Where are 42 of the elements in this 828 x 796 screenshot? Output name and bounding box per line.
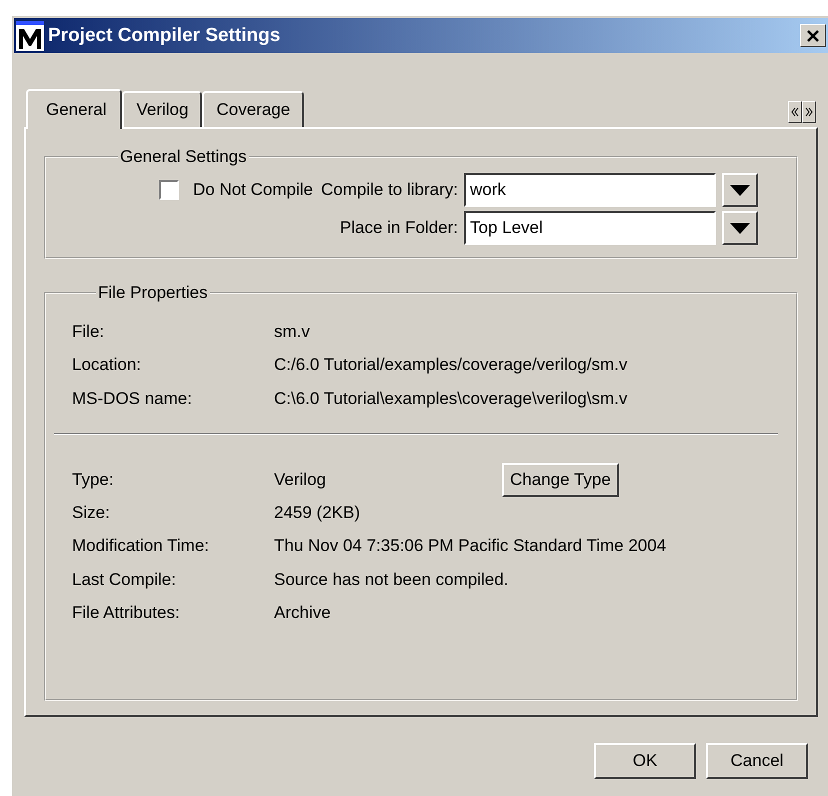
- group-title: File Properties: [97, 283, 209, 303]
- combo-field[interactable]: work: [464, 173, 716, 207]
- tab[interactable]: Verilog: [122, 91, 202, 127]
- window-title: Project Compiler Settings: [48, 24, 282, 46]
- scroll-right-button[interactable]: [802, 101, 816, 123]
- close-icon: [806, 30, 820, 42]
- property-value: Verilog: [274, 470, 327, 490]
- field-label: Place in Folder:: [340, 218, 458, 238]
- property-label: Modification Time:: [72, 536, 210, 556]
- property-value: C:\6.0 Tutorial\examples\coverage\verilog\sm.v: [274, 388, 628, 409]
- tab[interactable]: General: [26, 89, 122, 129]
- property-value: C:/6.0 Tutorial/examples/coverage/verilog/sm.v: [274, 355, 628, 376]
- combo-field[interactable]: Top Level: [464, 211, 716, 245]
- double-right-chevron-icon: [805, 107, 813, 117]
- app-logo-icon: [16, 20, 44, 50]
- property-label: Size:: [72, 502, 111, 523]
- property-label: MS-DOS name:: [72, 388, 193, 409]
- checkbox[interactable]: [159, 180, 179, 200]
- double-left-chevron-icon: [791, 107, 799, 117]
- change-type-button[interactable]: Change Type: [502, 462, 619, 496]
- property-label: Type:: [72, 470, 115, 490]
- property-label: Last Compile:: [72, 570, 177, 590]
- field-label: Compile to library:: [321, 180, 458, 200]
- dropdown-icon: [730, 184, 750, 196]
- dropdown-button[interactable]: [722, 173, 758, 207]
- dialog-button[interactable]: Cancel: [706, 743, 808, 779]
- dropdown-icon: [730, 222, 750, 234]
- dropdown-button[interactable]: [722, 211, 758, 245]
- property-value: Thu Nov 04 7:35:06 PM Pacific Standard Time 2004: [274, 536, 668, 556]
- property-value: 2459 (2KB): [274, 502, 361, 523]
- property-label: File:: [72, 322, 106, 342]
- property-value: Source has not been compiled.: [274, 570, 510, 590]
- close-button[interactable]: [800, 24, 826, 47]
- property-label: File Attributes:: [72, 603, 181, 624]
- property-value: Archive: [274, 603, 332, 624]
- dialog-button[interactable]: OK: [594, 743, 696, 779]
- scroll-left-button[interactable]: [788, 101, 802, 123]
- property-label: Location:: [72, 355, 142, 376]
- property-value: sm.v: [274, 322, 311, 342]
- group-title: General Settings: [119, 147, 248, 167]
- checkbox-label: Do Not Compile: [193, 180, 313, 200]
- tab[interactable]: Coverage: [202, 91, 304, 127]
